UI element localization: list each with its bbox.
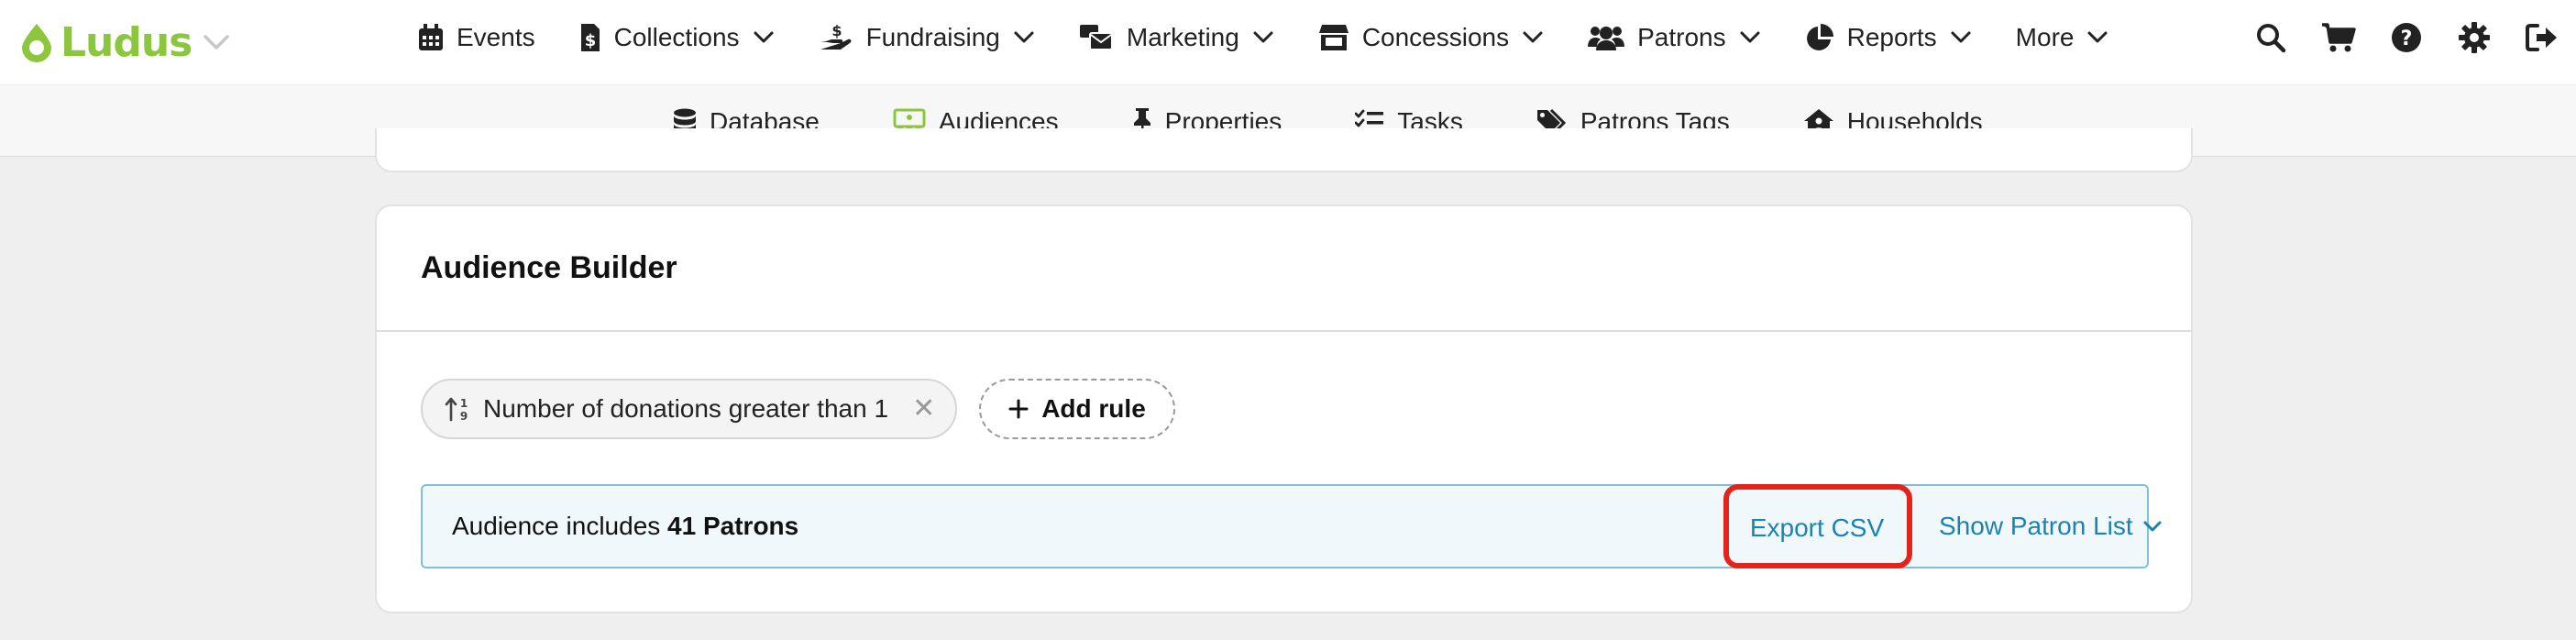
export-csv-link[interactable]: Export CSV — [1750, 513, 1884, 543]
chevron-down-icon — [2087, 31, 2108, 43]
brand-name: Ludus — [61, 18, 193, 66]
chevron-down-icon — [1740, 31, 1760, 43]
rules-row: 19 Number of donations greater than 1 ✕ … — [421, 379, 1175, 439]
settings-button[interactable] — [2440, 22, 2508, 53]
cart-button[interactable] — [2305, 22, 2372, 53]
nav-item-label: More — [2015, 23, 2075, 51]
search-icon — [2257, 24, 2286, 53]
card-header: Audience Builder — [377, 206, 2191, 332]
chevron-down-icon — [1951, 31, 1971, 43]
rule-label: Number of donations greater than 1 — [483, 394, 889, 423]
ludus-logo[interactable]: Ludus — [18, 15, 230, 70]
nav-item-reports[interactable]: Reports — [1805, 23, 1972, 52]
sign-out-icon — [2526, 24, 2557, 51]
nav-item-label: Collections — [613, 23, 740, 51]
nav-item-label: Concessions — [1361, 23, 1510, 51]
sign-out-button[interactable] — [2508, 23, 2576, 52]
ludus-logo-icon — [22, 24, 51, 62]
audience-builder-card: Audience Builder 19 Number of donations … — [375, 204, 2193, 613]
show-patron-list-wrapper: Show Patron List — [1939, 486, 2163, 567]
chevron-down-icon[interactable] — [203, 33, 230, 51]
nav-item-label: Events — [457, 23, 535, 51]
show-patron-list-link[interactable]: Show Patron List — [1939, 512, 2163, 541]
audience-summary-text: Audience includes 41 Patrons — [452, 512, 798, 541]
patron-count: 41 Patrons — [667, 512, 799, 540]
show-patron-list-label: Show Patron List — [1939, 512, 2133, 540]
hand-holding-dollar-icon: $ — [820, 23, 852, 50]
svg-text:$: $ — [831, 23, 842, 39]
utility-toolbar: ? — [2237, 0, 2576, 75]
chevron-down-icon — [1014, 31, 1034, 43]
main-menu: Events $ Collections $ Fundraising Marke… — [418, 0, 2108, 75]
users-icon — [1588, 27, 1625, 50]
nav-item-patrons[interactable]: Patrons — [1588, 23, 1761, 52]
nav-item-label: Patrons — [1637, 23, 1726, 51]
plus-icon — [1008, 399, 1029, 419]
add-rule-button[interactable]: Add rule — [979, 379, 1175, 439]
gear-icon — [2459, 22, 2490, 53]
svg-text:$: $ — [584, 31, 596, 50]
pie-chart-icon — [1806, 24, 1833, 50]
nav-item-label: Fundraising — [865, 23, 1000, 51]
remove-rule-icon[interactable]: ✕ — [912, 395, 935, 423]
nav-item-fundraising[interactable]: $ Fundraising — [819, 23, 1035, 52]
chevron-down-icon — [1253, 31, 1273, 43]
previous-card-bottom — [375, 128, 2193, 172]
chevron-down-icon — [2143, 521, 2162, 532]
rule-chip[interactable]: 19 Number of donations greater than 1 ✕ — [421, 379, 958, 439]
nav-item-label: Marketing — [1126, 23, 1239, 51]
nav-item-marketing[interactable]: Marketing — [1079, 23, 1274, 52]
svg-text:1: 1 — [460, 397, 468, 410]
chevron-down-icon — [754, 31, 774, 43]
help-button[interactable]: ? — [2372, 22, 2440, 53]
store-icon — [1318, 25, 1349, 50]
nav-item-collections[interactable]: $ Collections — [579, 23, 775, 52]
nav-item-label: Reports — [1846, 23, 1937, 51]
nav-item-concessions[interactable]: Concessions — [1318, 23, 1544, 52]
svg-text:9: 9 — [460, 410, 468, 422]
search-button[interactable] — [2237, 22, 2305, 53]
chevron-down-icon — [1523, 31, 1543, 43]
summary-prefix: Audience includes — [452, 512, 668, 540]
svg-text:?: ? — [2401, 28, 2413, 50]
top-navigation-bar: Ludus Events $ Collections $ Fundraising… — [0, 0, 2576, 84]
audience-summary-bar: Audience includes 41 Patrons Export CSV … — [421, 484, 2162, 570]
sort-numeric-icon: 19 — [445, 397, 468, 422]
export-csv-wrapper: Export CSV — [1723, 486, 1910, 570]
nav-item-more[interactable]: More — [2016, 23, 2109, 52]
cart-icon — [2322, 23, 2356, 52]
help-icon: ? — [2392, 23, 2421, 52]
nav-item-events[interactable]: Events — [418, 23, 535, 52]
card-title: Audience Builder — [421, 250, 677, 285]
mail-bulk-icon — [1079, 25, 1113, 50]
add-rule-label: Add rule — [1041, 394, 1146, 423]
dollar-file-icon: $ — [580, 24, 600, 51]
calendar-icon — [419, 24, 443, 50]
